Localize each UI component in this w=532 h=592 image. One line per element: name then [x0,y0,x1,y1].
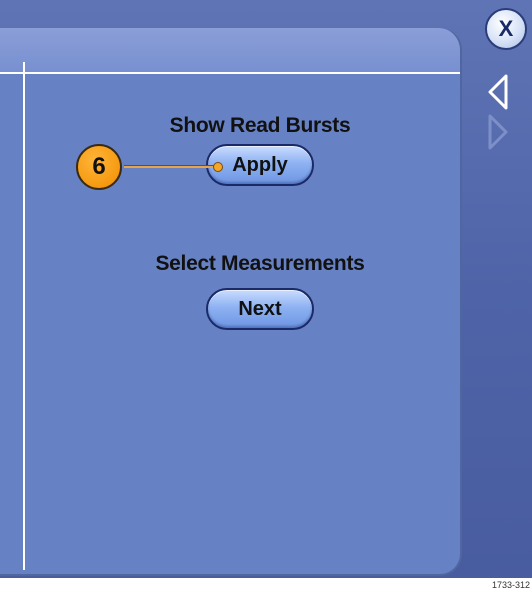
callout-leader-line [124,165,218,168]
callout-pointer-dot [213,162,223,172]
select-measurements-label: Select Measurements [155,252,365,275]
screen-background: Show Read Bursts Apply Select Measuremen… [0,0,532,578]
triangle-right-icon [488,114,508,150]
next-page-arrow[interactable] [486,112,510,152]
panel-header [0,28,460,74]
show-read-bursts-label: Show Read Bursts [169,114,351,137]
triangle-left-icon [488,74,508,110]
close-button[interactable]: X [485,8,527,50]
next-button[interactable]: Next [206,288,314,330]
previous-page-arrow[interactable] [486,72,510,112]
callout-number-badge: 6 [76,144,122,190]
panel-divider [23,62,25,570]
figure-id-label: 1733-312 [491,580,530,590]
